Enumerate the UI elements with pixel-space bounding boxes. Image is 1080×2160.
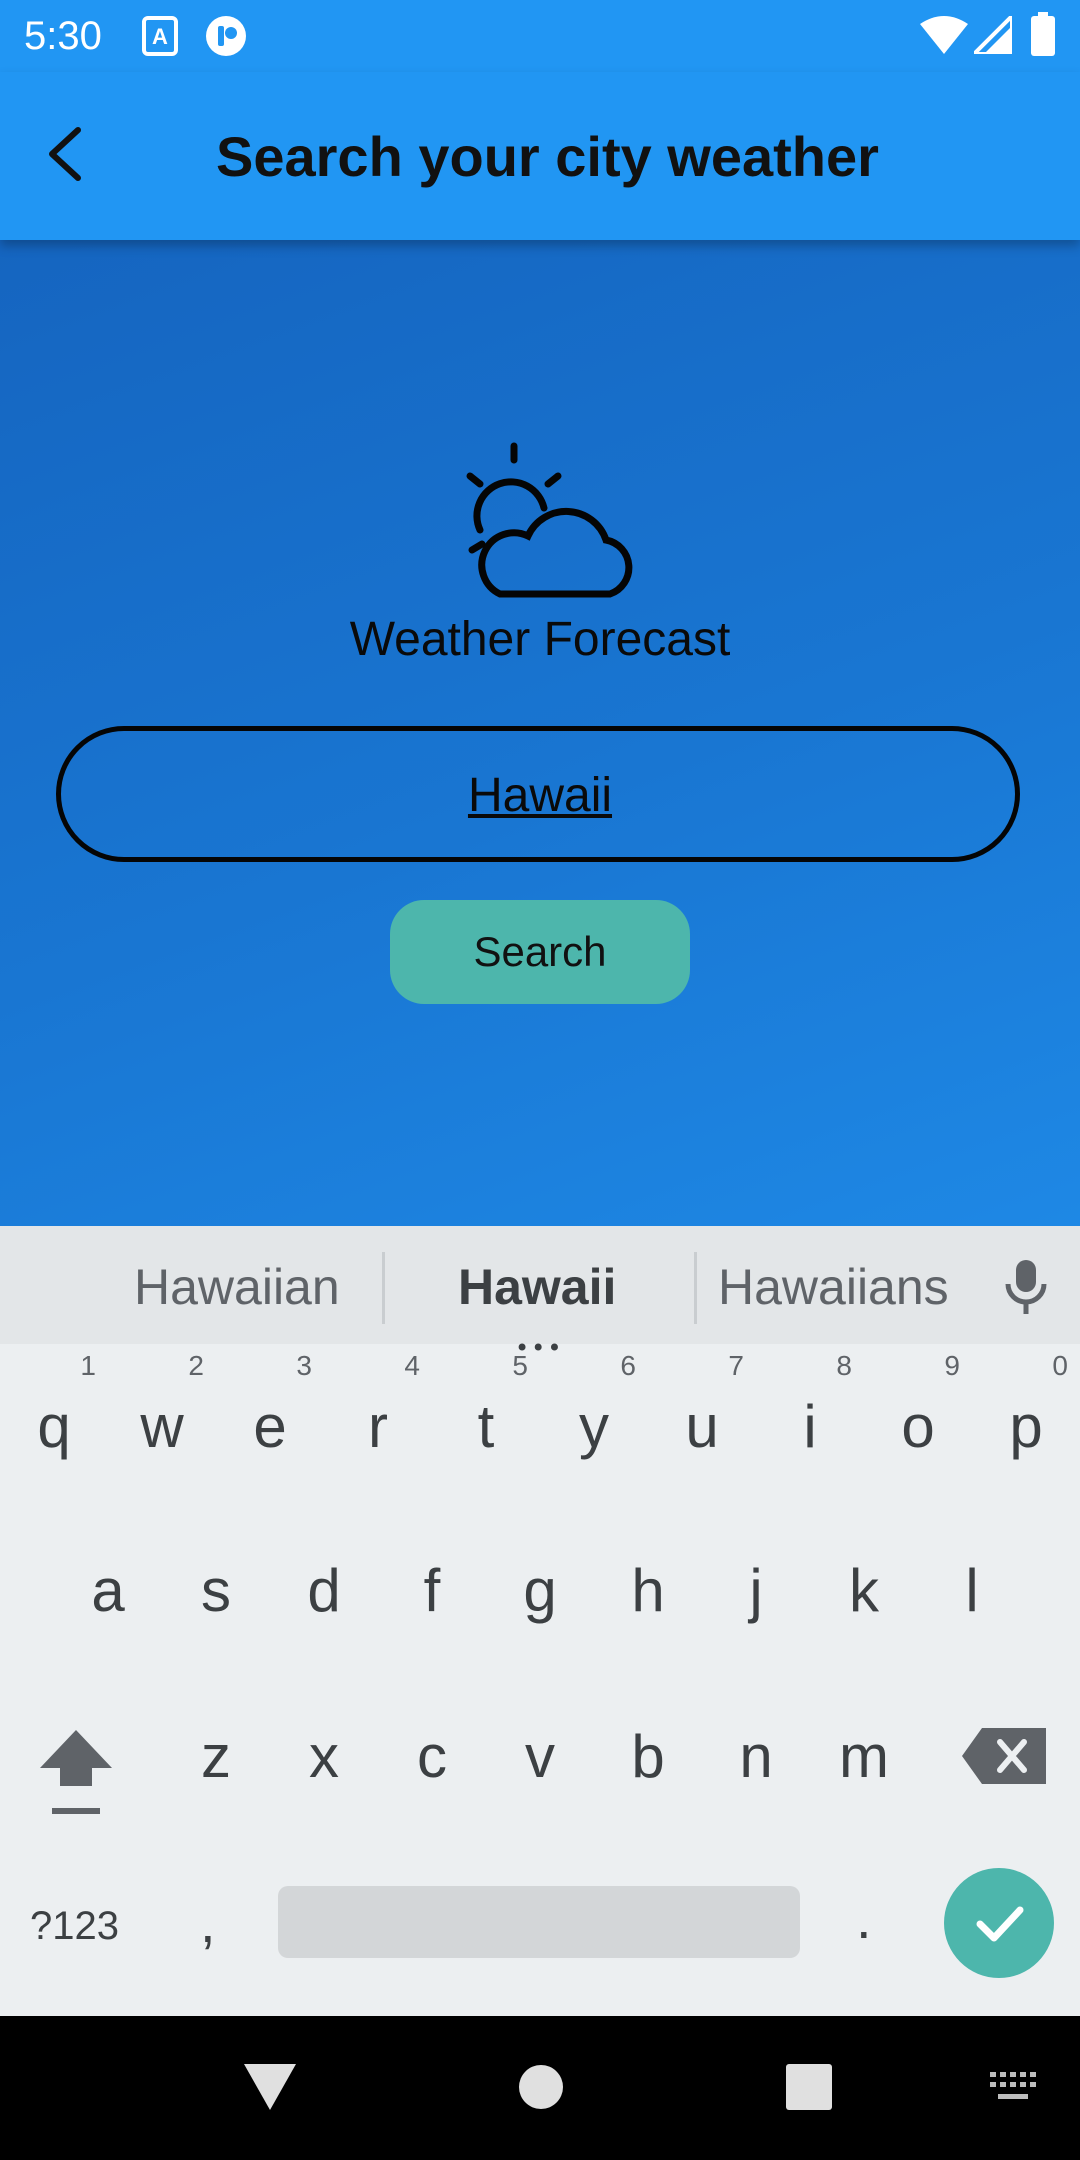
key-x[interactable]: x <box>274 1722 374 1791</box>
main-content: Weather Forecast Search <box>0 240 1080 1226</box>
app-notification-icon <box>204 14 248 62</box>
divider <box>694 1252 697 1324</box>
key-y[interactable]: y6 <box>544 1350 644 1461</box>
key-label: p <box>1009 1393 1043 1460</box>
key-hint: 5 <box>512 1350 528 1381</box>
period-key[interactable]: . <box>856 1886 872 1951</box>
key-u[interactable]: u7 <box>652 1350 752 1461</box>
shift-icon <box>40 1730 112 1814</box>
key-label: y <box>579 1393 609 1460</box>
divider <box>382 1252 385 1324</box>
key-label: w <box>140 1393 184 1460</box>
soft-keyboard: Hawaiian Hawaii ••• Hawaiians q1 w2 e3 r… <box>0 1226 1080 2016</box>
suggestion-item[interactable]: Hawaii <box>458 1258 616 1316</box>
key-label: i <box>803 1393 817 1460</box>
key-hint: 0 <box>1052 1350 1068 1381</box>
key-label: q <box>37 1393 71 1460</box>
key-label: u <box>685 1393 719 1460</box>
key-hint: 6 <box>620 1350 636 1381</box>
key-w[interactable]: w2 <box>112 1350 212 1461</box>
key-h[interactable]: h <box>598 1556 698 1625</box>
signal-icon <box>969 11 1014 58</box>
key-b[interactable]: b <box>598 1722 698 1791</box>
symbols-key[interactable]: ?123 <box>30 1904 119 1949</box>
city-search-input[interactable] <box>61 731 1019 859</box>
key-g[interactable]: g <box>490 1556 590 1625</box>
suggestion-item[interactable]: Hawaiians <box>718 1258 949 1316</box>
checkmark-icon <box>976 1906 1024 1942</box>
microphone-icon[interactable] <box>996 1256 1056 1316</box>
key-e[interactable]: e3 <box>220 1350 320 1461</box>
status-bar: 5:30 A <box>0 0 1080 72</box>
key-v[interactable]: v <box>490 1722 590 1791</box>
key-j[interactable]: j <box>706 1556 806 1625</box>
key-hint: 2 <box>188 1350 204 1381</box>
nav-home-icon[interactable] <box>518 2064 564 2114</box>
key-s[interactable]: s <box>166 1556 266 1625</box>
key-label: r <box>368 1393 388 1460</box>
key-i[interactable]: i8 <box>760 1350 860 1461</box>
key-label: e <box>253 1393 287 1460</box>
key-o[interactable]: o9 <box>868 1350 968 1461</box>
suggestion-strip: Hawaiian Hawaii ••• Hawaiians <box>0 1226 1080 1362</box>
battery-icon <box>1030 12 1056 60</box>
keyboard-a-icon: A <box>142 16 178 60</box>
key-c[interactable]: c <box>382 1722 482 1791</box>
key-t[interactable]: t5 <box>436 1350 536 1461</box>
backspace-icon <box>962 1728 1046 1784</box>
key-label: t <box>477 1393 495 1460</box>
sun-cloud-icon <box>440 440 640 610</box>
backspace-key[interactable] <box>962 1728 1046 1784</box>
city-search-field[interactable] <box>56 726 1020 862</box>
search-button[interactable]: Search <box>390 900 690 1004</box>
shift-key[interactable] <box>36 1724 116 1820</box>
key-r[interactable]: r4 <box>328 1350 428 1461</box>
page-title: Search your city weather <box>216 125 879 188</box>
status-time: 5:30 <box>24 14 102 58</box>
app-bar: Search your city weather <box>0 72 1080 240</box>
key-hint: 1 <box>80 1350 96 1381</box>
svg-text:A: A <box>152 24 168 49</box>
key-hint: 7 <box>728 1350 744 1381</box>
key-hint: 4 <box>404 1350 420 1381</box>
key-p[interactable]: p0 <box>976 1350 1076 1461</box>
space-key[interactable] <box>278 1886 800 1958</box>
key-d[interactable]: d <box>274 1556 374 1625</box>
system-nav-bar <box>0 2016 1080 2160</box>
key-hint: 9 <box>944 1350 960 1381</box>
key-hint: 3 <box>296 1350 312 1381</box>
key-l[interactable]: l <box>922 1556 1022 1625</box>
key-m[interactable]: m <box>814 1722 914 1791</box>
enter-key[interactable] <box>944 1868 1054 1978</box>
arrow-back-icon[interactable] <box>38 122 102 186</box>
key-f[interactable]: f <box>382 1556 482 1625</box>
key-n[interactable]: n <box>706 1722 806 1791</box>
key-k[interactable]: k <box>814 1556 914 1625</box>
key-z[interactable]: z <box>166 1722 266 1791</box>
comma-key[interactable]: , <box>200 1890 216 1955</box>
key-q[interactable]: q1 <box>4 1350 104 1461</box>
key-hint: 8 <box>836 1350 852 1381</box>
wifi-icon <box>920 16 968 58</box>
keyboard-switch-icon[interactable] <box>990 2072 1036 2106</box>
nav-recents-icon[interactable] <box>786 2064 832 2114</box>
suggestion-item[interactable]: Hawaiian <box>134 1258 340 1316</box>
logo-text: Weather Forecast <box>349 613 731 666</box>
key-label: o <box>901 1393 935 1460</box>
key-a[interactable]: a <box>58 1556 158 1625</box>
nav-back-icon[interactable] <box>244 2064 296 2114</box>
